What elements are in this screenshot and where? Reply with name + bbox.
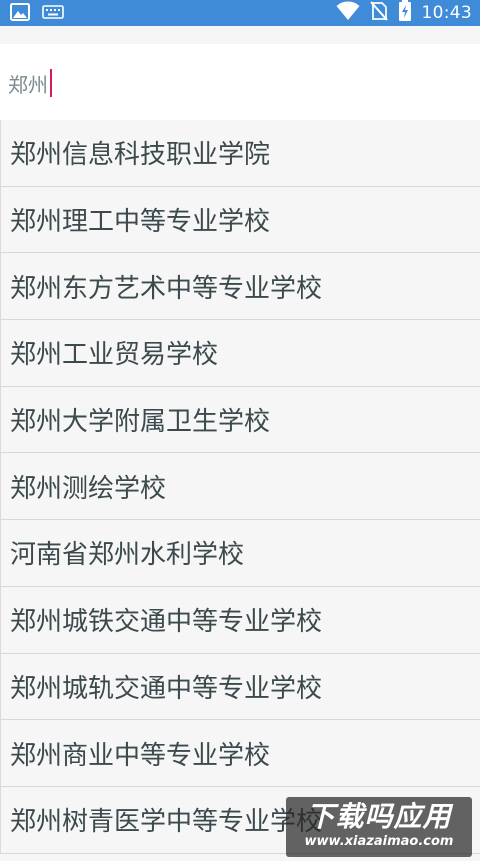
keyboard-icon xyxy=(42,4,64,24)
list-item[interactable]: 郑州信息科技职业学院 xyxy=(1,120,480,187)
image-icon xyxy=(10,3,30,25)
status-bar: 10:43 xyxy=(0,0,480,26)
list-item[interactable]: 郑州东方艺术中等专业学校 xyxy=(1,253,480,321)
list-item[interactable]: 郑州大学附属卫生学校 xyxy=(1,386,480,454)
status-right-icons: 10:43 xyxy=(336,0,473,26)
battery-charging-icon xyxy=(398,0,412,26)
watermark-logo: 下载吗应用 www.xiazaimao.com xyxy=(286,797,472,857)
status-left-icons xyxy=(10,3,64,25)
list-item[interactable]: 河南省郑州水利学校 xyxy=(1,520,480,587)
list-item[interactable]: 郑州工业贸易学校 xyxy=(1,320,480,387)
no-sim-icon xyxy=(369,1,388,25)
list-item[interactable]: 郑州测绘学校 xyxy=(1,453,480,521)
wifi-icon xyxy=(336,1,360,25)
list-item[interactable]: 郑州理工中等专业学校 xyxy=(1,186,480,254)
list-item[interactable]: 郑州商业中等专业学校 xyxy=(1,720,480,787)
status-time: 10:43 xyxy=(421,3,472,23)
watermark-url: www.xiazaimao.com xyxy=(304,834,454,849)
search-bar[interactable]: 郑州 xyxy=(0,44,480,120)
watermark-title: 下载吗应用 xyxy=(306,800,452,833)
text-cursor xyxy=(50,69,52,97)
list-item[interactable]: 郑州城铁交通中等专业学校 xyxy=(1,586,480,654)
search-input[interactable]: 郑州 xyxy=(8,69,52,97)
search-input-value: 郑州 xyxy=(8,72,48,97)
results-list: 郑州信息科技职业学院 郑州理工中等专业学校 郑州东方艺术中等专业学校 郑州工业贸… xyxy=(0,120,480,854)
list-item[interactable]: 郑州城轨交通中等专业学校 xyxy=(1,653,480,721)
